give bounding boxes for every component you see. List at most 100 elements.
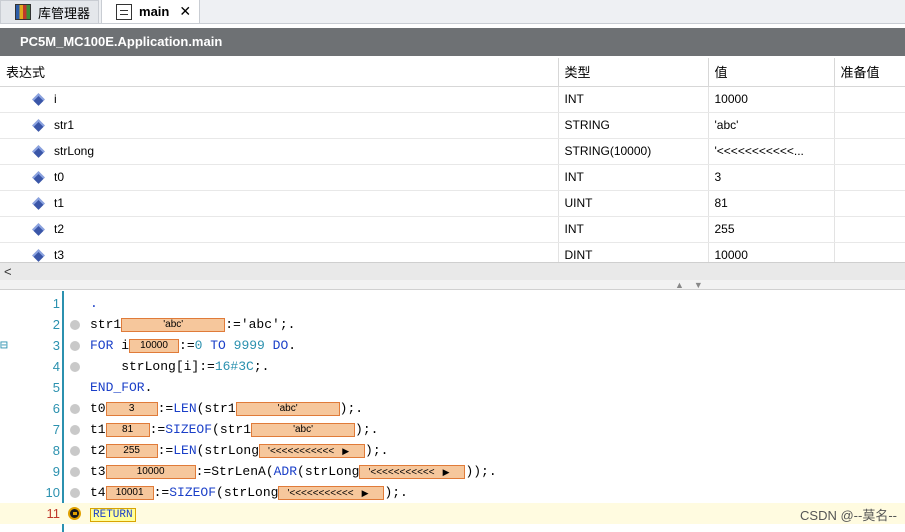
inline-monitor-value[interactable]: 10001 (105, 485, 154, 500)
code-line[interactable]: ⊟ 3 FOR i 10000:=0 TO 9999 DO. (0, 335, 905, 356)
document-icon (116, 3, 133, 20)
execution-pointer-icon[interactable] (68, 507, 81, 521)
tab-label: 库管理器 (38, 5, 91, 21)
breakpoint-slot-icon[interactable] (70, 361, 80, 372)
pane-splitter[interactable]: ▲▼ (0, 280, 905, 290)
var-type: UINT (558, 190, 709, 217)
code-text: . (90, 296, 98, 312)
var-name: t2 (54, 222, 65, 236)
var-value: 'abc' (708, 112, 835, 139)
var-name: i (54, 92, 57, 106)
inline-monitor-value[interactable]: '<<<<<<<<<<< ▶ (259, 443, 366, 458)
table-header-row: 表达式 类型 值 准备值 (0, 58, 905, 87)
col-prepared-value[interactable]: 准备值 (834, 58, 905, 87)
code-text: := (179, 338, 195, 354)
var-value: 10000 (708, 242, 835, 262)
code-line[interactable]: 2 str1'abc':='abc';. (0, 314, 905, 335)
table-row[interactable]: str1 STRING 'abc' (0, 112, 905, 139)
code-text: str1 (90, 317, 122, 333)
code-text: (str1 (212, 422, 252, 438)
inline-monitor-value[interactable]: 'abc' (235, 401, 340, 416)
var-prepared-value[interactable] (834, 216, 905, 243)
close-icon[interactable]: ✕ (179, 3, 191, 20)
var-value: 3 (708, 164, 835, 191)
code-line[interactable]: 7 t1 81:=SIZEOF(str1'abc');. (0, 419, 905, 440)
col-type[interactable]: 类型 (558, 58, 709, 87)
table-row[interactable]: t1 UINT 81 (0, 190, 905, 217)
code-line-current[interactable]: 11 RETURN (0, 503, 905, 525)
breakpoint-slot-icon[interactable] (70, 445, 80, 456)
expand-triangle-icon: ▶ (342, 445, 350, 456)
code-line[interactable]: 10 t4 10001:=SIZEOF(strLong '<<<<<<<<<<< ▶)… (0, 482, 905, 503)
var-prepared-value[interactable] (834, 112, 905, 139)
splitter-grip-icon[interactable]: ▲▼ (675, 280, 713, 290)
watch-table: 表达式 类型 值 准备值 i INT 10000 str1 STRING 'ab… (0, 58, 905, 262)
inline-monitor-value[interactable]: 'abc' (121, 317, 226, 332)
horizontal-scrollbar[interactable]: < (0, 262, 905, 280)
breakpoint-slot-icon[interactable] (70, 340, 80, 351)
inline-monitor-value[interactable]: 10000 (129, 338, 180, 353)
line-number: 11 (46, 506, 61, 522)
variable-icon (32, 119, 45, 133)
line-number: 3 (52, 338, 60, 354)
var-type: STRING (558, 112, 709, 139)
code-line[interactable]: 8 t2 255:=LEN(strLong '<<<<<<<<<<< ▶);. (0, 440, 905, 461)
tab-bar: 库管理器 main ✕ (0, 0, 905, 24)
var-prepared-value[interactable] (834, 242, 905, 262)
code-text: := (157, 401, 174, 417)
table-row[interactable]: t2 INT 255 (0, 216, 905, 243)
variable-icon (32, 93, 45, 107)
watermark: CSDN @--莫名-- (800, 508, 897, 523)
col-value[interactable]: 值 (708, 58, 835, 87)
code-text: );. (355, 422, 379, 438)
inline-monitor-value[interactable]: 255 (105, 443, 158, 458)
code-text: . (144, 380, 153, 396)
var-prepared-value[interactable] (834, 86, 905, 113)
code-function: LEN (173, 443, 197, 459)
var-type: INT (558, 164, 709, 191)
table-row[interactable]: t3 DINT 10000 (0, 242, 905, 262)
col-expression[interactable]: 表达式 (0, 58, 559, 87)
code-function: ADR (273, 464, 298, 480)
var-prepared-value[interactable] (834, 190, 905, 217)
table-row[interactable]: t0 INT 3 (0, 164, 905, 191)
tab-library-manager[interactable]: 库管理器 (0, 0, 100, 23)
code-text: i (113, 338, 130, 354)
tab-main[interactable]: main ✕ (101, 0, 201, 23)
code-text: (strLong (297, 464, 360, 480)
var-prepared-value[interactable] (834, 164, 905, 191)
inline-monitor-value[interactable]: 3 (105, 401, 158, 416)
code-line[interactable]: 4 strLong[i]:=16#3C;. (0, 356, 905, 377)
scroll-left-icon[interactable]: < (4, 264, 12, 279)
table-row[interactable]: i INT 10000 (0, 86, 905, 113)
line-number: 1 (52, 296, 60, 312)
breakpoint-slot-icon[interactable] (70, 403, 80, 414)
code-line[interactable]: 9 t3 10000:=StrLenA(ADR(strLong '<<<<<<<<<… (0, 461, 905, 482)
inline-monitor-value[interactable]: 'abc' (251, 422, 356, 437)
line-number: 6 (52, 401, 60, 417)
inline-monitor-value[interactable]: '<<<<<<<<<<< ▶ (278, 485, 385, 500)
code-keyword: DO (264, 338, 289, 354)
inline-monitor-value[interactable]: 81 (105, 422, 150, 437)
line-number: 5 (52, 380, 60, 396)
breakpoint-slot-icon[interactable] (70, 487, 80, 498)
code-keyword: RETURN (90, 508, 136, 523)
table-row[interactable]: strLong STRING(10000) '<<<<<<<<<<<... (0, 138, 905, 165)
code-text: strLong[i]:= (90, 359, 215, 375)
code-text: );. (384, 485, 408, 501)
breakpoint-slot-icon[interactable] (70, 424, 80, 435)
code-line[interactable]: 6 t0 3:=LEN(str1'abc');. (0, 398, 905, 419)
inline-monitor-value[interactable]: 10000 (105, 464, 196, 479)
inline-monitor-value[interactable]: '<<<<<<<<<<< ▶ (359, 464, 466, 479)
var-name: t0 (54, 170, 65, 184)
code-line[interactable]: 1 . (0, 293, 905, 314)
code-text: t3 (90, 464, 106, 480)
var-prepared-value[interactable] (834, 138, 905, 165)
breakpoint-slot-icon[interactable] (70, 319, 80, 330)
code-number: 16#3C (214, 359, 254, 375)
var-value: 255 (708, 216, 835, 243)
code-editor[interactable]: 1 . 2 str1'abc':='abc';. ⊟ 3 FOR i 10000:… (0, 291, 905, 532)
breakpoint-slot-icon[interactable] (70, 466, 80, 477)
code-line[interactable]: 5 END_FOR. (0, 377, 905, 398)
line-number: 2 (52, 317, 60, 333)
